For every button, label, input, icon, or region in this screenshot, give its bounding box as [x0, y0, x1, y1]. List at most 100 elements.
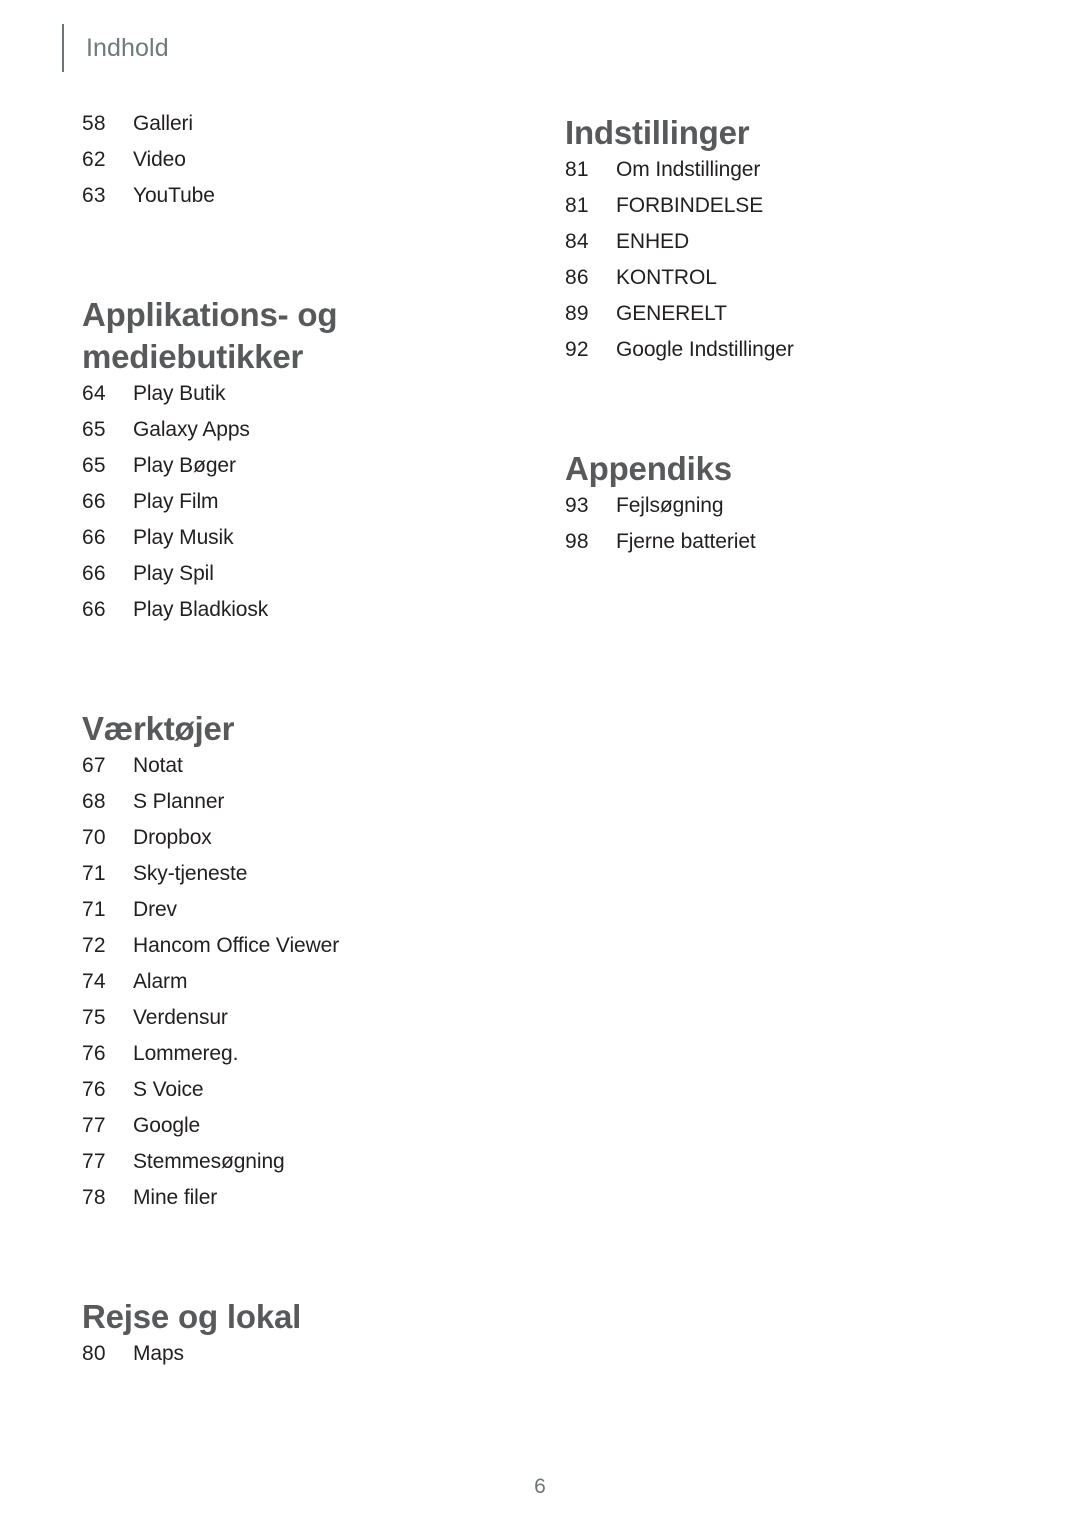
- toc-entry[interactable]: 77 Stemmesøgning: [82, 1150, 522, 1186]
- toc-entry[interactable]: 77 Google: [82, 1114, 522, 1150]
- toc-entry[interactable]: 72 Hancom Office Viewer: [82, 934, 522, 970]
- toc-entry[interactable]: 71 Drev: [82, 898, 522, 934]
- toc-entry-label: Fjerne batteriet: [616, 530, 756, 553]
- toc-entry[interactable]: 65 Galaxy Apps: [82, 418, 522, 454]
- toc-entry[interactable]: 65 Play Bøger: [82, 454, 522, 490]
- toc-entry-label: GENERELT: [616, 302, 727, 325]
- toc-entry-label: KONTROL: [616, 266, 717, 289]
- toc-entry-list: 80 Maps: [82, 1342, 522, 1378]
- toc-entry[interactable]: 76 Lommereg.: [82, 1042, 522, 1078]
- toc-entry-label: Video: [133, 148, 186, 171]
- toc-entry[interactable]: 75 Verdensur: [82, 1006, 522, 1042]
- toc-entry-page-number: 62: [82, 148, 106, 171]
- section-heading: Applikations- og mediebutikker: [82, 296, 338, 375]
- toc-entry-label: Google: [133, 1114, 201, 1137]
- toc-entry[interactable]: 68 S Planner: [82, 790, 522, 826]
- toc-entry[interactable]: 66 Play Musik: [82, 526, 522, 562]
- toc-entry[interactable]: 98 Fjerne batteriet: [565, 530, 1005, 566]
- toc-entry-label: Sky-tjeneste: [133, 862, 248, 885]
- toc-entry-page-number: 63: [82, 184, 106, 207]
- toc-entry[interactable]: 66 Play Bladkiosk: [82, 598, 522, 634]
- toc-entry-page-number: 86: [565, 266, 589, 289]
- toc-entry[interactable]: 71 Sky-tjeneste: [82, 862, 522, 898]
- toc-entry-label: YouTube: [133, 184, 215, 207]
- toc-entry-page-number: 80: [82, 1342, 106, 1365]
- toc-entry-page-number: 68: [82, 790, 106, 813]
- toc-entry-label: FORBINDELSE: [616, 194, 764, 217]
- toc-entry[interactable]: 81 FORBINDELSE: [565, 194, 1005, 230]
- toc-entry[interactable]: 66 Play Film: [82, 490, 522, 526]
- toc-entry[interactable]: 78 Mine filer: [82, 1186, 522, 1222]
- toc-entry-list: 81 Om Indstillinger 81 FORBINDELSE 84 ENHED 86…: [565, 158, 1005, 374]
- page-header-title: Indhold: [86, 33, 169, 62]
- toc-entry-label: S Voice: [133, 1078, 204, 1101]
- toc-entry-page-number: 65: [82, 418, 106, 441]
- toc-entry[interactable]: 74 Alarm: [82, 970, 522, 1006]
- toc-entry-label: Fejlsøgning: [616, 494, 724, 517]
- toc-entry[interactable]: 62 Video: [82, 148, 522, 184]
- toc-entry[interactable]: 66 Play Spil: [82, 562, 522, 598]
- toc-entry-page-number: 76: [82, 1078, 106, 1101]
- toc-entry-label: Drev: [133, 898, 177, 921]
- toc-entry[interactable]: 58 Galleri: [82, 112, 522, 148]
- toc-entry-label: Galleri: [133, 112, 193, 135]
- toc-entry-label: Play Film: [133, 490, 219, 513]
- toc-entry-label: Play Spil: [133, 562, 214, 585]
- toc-entry-label: Lommereg.: [133, 1042, 239, 1065]
- section-heading: Appendiks: [565, 450, 732, 487]
- toc-entry[interactable]: 89 GENERELT: [565, 302, 1005, 338]
- toc-entry-page-number: 77: [82, 1114, 106, 1137]
- toc-entry-page-number: 89: [565, 302, 589, 325]
- toc-entry[interactable]: 80 Maps: [82, 1342, 522, 1378]
- toc-entry-page-number: 66: [82, 526, 106, 549]
- toc-entry-label: Alarm: [133, 970, 188, 993]
- toc-entry[interactable]: 64 Play Butik: [82, 382, 522, 418]
- toc-entry-label: Play Musik: [133, 526, 234, 549]
- toc-entry-page-number: 76: [82, 1042, 106, 1065]
- toc-entry-label: Google Indstillinger: [616, 338, 794, 361]
- section-heading: Indstillinger: [565, 114, 750, 151]
- header-divider-rule: [62, 24, 64, 72]
- section-heading: Værktøjer: [82, 710, 235, 747]
- toc-entry-page-number: 65: [82, 454, 106, 477]
- toc-entry-list: 58 Galleri 62 Video 63 YouTube: [82, 112, 522, 220]
- toc-entry-page-number: 67: [82, 754, 106, 777]
- toc-entry-page-number: 66: [82, 598, 106, 621]
- toc-entry-page-number: 98: [565, 530, 589, 553]
- toc-entry-page-number: 84: [565, 230, 589, 253]
- toc-entry[interactable]: 70 Dropbox: [82, 826, 522, 862]
- toc-entry-page-number: 81: [565, 158, 589, 181]
- section-heading: Rejse og lokal: [82, 1298, 302, 1335]
- toc-entry-label: Play Bøger: [133, 454, 236, 477]
- toc-entry[interactable]: 76 S Voice: [82, 1078, 522, 1114]
- toc-entry-page-number: 81: [565, 194, 589, 217]
- toc-entry-page-number: 93: [565, 494, 589, 517]
- toc-entry-page-number: 75: [82, 1006, 106, 1029]
- toc-entry[interactable]: 63 YouTube: [82, 184, 522, 220]
- toc-entry-page-number: 78: [82, 1186, 106, 1209]
- toc-entry-page-number: 70: [82, 826, 106, 849]
- toc-entry-page-number: 66: [82, 562, 106, 585]
- page-number: 6: [534, 1475, 546, 1498]
- toc-entry[interactable]: 67 Notat: [82, 754, 522, 790]
- toc-entry-page-number: 71: [82, 898, 106, 921]
- toc-entry[interactable]: 86 KONTROL: [565, 266, 1005, 302]
- toc-entry-list: 93 Fejlsøgning 98 Fjerne batteriet: [565, 494, 1005, 566]
- toc-entry-label: ENHED: [616, 230, 690, 253]
- toc-entry[interactable]: 93 Fejlsøgning: [565, 494, 1005, 530]
- toc-entry-page-number: 72: [82, 934, 106, 957]
- toc-entry-page-number: 64: [82, 382, 106, 405]
- toc-entry-label: Stemmesøgning: [133, 1150, 285, 1173]
- toc-column-left: 58 Galleri 62 Video 63 YouTube Applikations- o…: [82, 112, 522, 1378]
- toc-entry[interactable]: 81 Om Indstillinger: [565, 158, 1005, 194]
- toc-entry-page-number: 71: [82, 862, 106, 885]
- toc-entry-page-number: 58: [82, 112, 106, 135]
- toc-entry-label: Notat: [133, 754, 183, 777]
- toc-entry-label: Verdensur: [133, 1006, 228, 1029]
- toc-entry[interactable]: 92 Google Indstillinger: [565, 338, 1005, 374]
- toc-entry-page-number: 92: [565, 338, 589, 361]
- toc-entry[interactable]: 84 ENHED: [565, 230, 1005, 266]
- toc-entry-label: Play Bladkiosk: [133, 598, 269, 621]
